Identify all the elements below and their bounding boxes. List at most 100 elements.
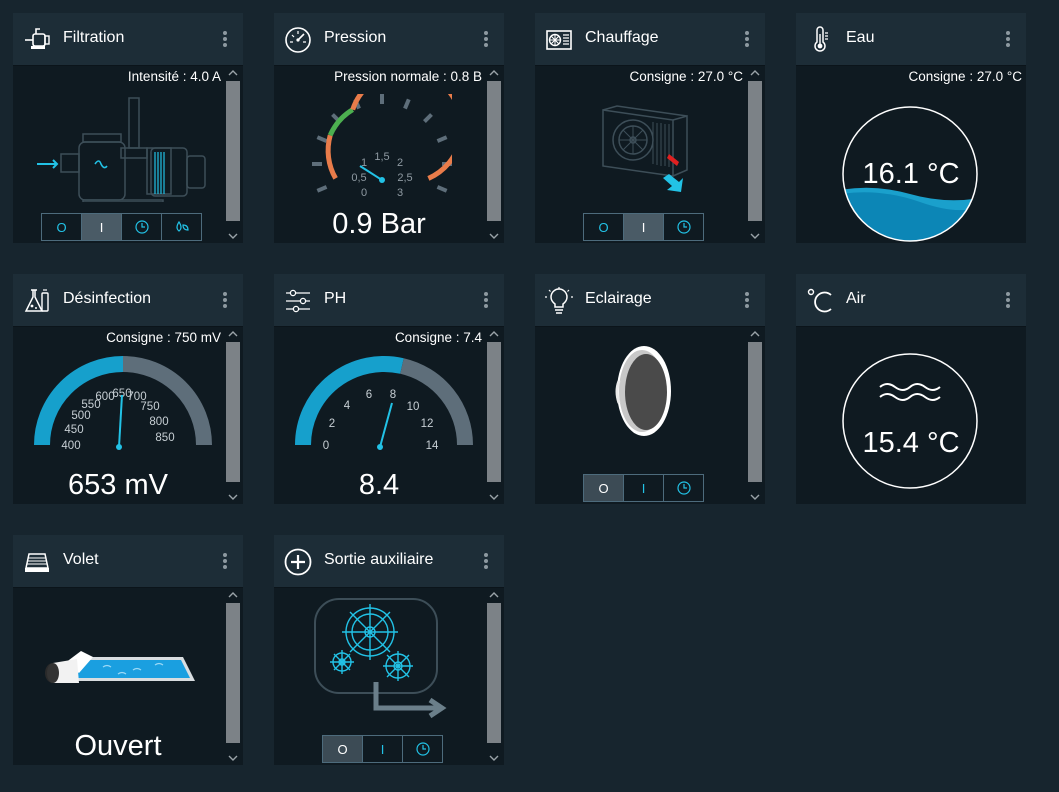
scrollbar[interactable] <box>747 66 763 243</box>
mode-off-button[interactable]: O <box>323 736 363 762</box>
tick-label: 4 <box>344 400 351 412</box>
flask-icon <box>24 289 49 312</box>
tick-label: 850 <box>155 432 174 444</box>
clock-icon <box>415 742 430 756</box>
scroll-up-icon[interactable] <box>489 329 499 339</box>
menu-kebab-icon[interactable] <box>1006 292 1010 308</box>
gauge-tick-mark <box>316 135 328 143</box>
scroll-up-icon[interactable] <box>228 329 238 339</box>
scroll-down-icon[interactable] <box>750 492 760 502</box>
tick-label: 6 <box>366 389 372 401</box>
menu-kebab-icon[interactable] <box>745 292 749 308</box>
gauge-tick-mark <box>436 135 448 143</box>
card-header: Eclairage <box>535 274 765 327</box>
scroll-down-icon[interactable] <box>489 492 499 502</box>
tick-label: 0 <box>323 440 329 452</box>
card-volet: Volet Ouvert <box>13 535 243 765</box>
scroll-up-icon[interactable] <box>228 68 238 78</box>
gears-illustration <box>314 598 447 719</box>
card-title: PH <box>324 290 347 307</box>
pressure-normal-info: Pression normale : 0.8 B <box>334 69 482 84</box>
mode-schedule-button[interactable] <box>664 214 703 240</box>
cover-status-value: Ouvert <box>74 730 162 762</box>
ph-value: 8.4 <box>358 469 400 501</box>
mode-on-button[interactable]: I <box>82 214 122 240</box>
menu-kebab-icon[interactable] <box>1006 31 1010 47</box>
menu-kebab-icon[interactable] <box>223 31 227 47</box>
pool-cover-icon <box>25 553 49 572</box>
tick-label: 3 <box>397 187 403 199</box>
mode-off-button[interactable]: O <box>42 214 82 240</box>
scroll-down-icon[interactable] <box>489 231 499 241</box>
mode-schedule-button[interactable] <box>664 475 703 501</box>
scrollbar[interactable] <box>225 588 241 765</box>
mode-schedule-button[interactable] <box>122 214 162 240</box>
pump-illustration <box>37 97 206 202</box>
menu-kebab-icon[interactable] <box>745 31 749 47</box>
menu-kebab-icon[interactable] <box>223 553 227 569</box>
setpoint-info: Consigne : 27.0 °C <box>629 69 743 84</box>
card-header: Air <box>796 274 1026 327</box>
card-header: Chauffage <box>535 13 765 66</box>
scroll-up-icon[interactable] <box>489 68 499 78</box>
scroll-down-icon[interactable] <box>489 753 499 763</box>
card-title: Eau <box>846 29 875 46</box>
scrollbar[interactable] <box>486 327 502 504</box>
tick-label: 400 <box>61 440 80 452</box>
card-title: Chauffage <box>585 29 659 46</box>
leaf-drop-icon <box>175 220 189 232</box>
menu-kebab-icon[interactable] <box>484 553 488 569</box>
card-title: Air <box>846 290 866 307</box>
scrollbar[interactable] <box>747 327 763 504</box>
card-air: Air 15.4 °C <box>796 274 1026 504</box>
mode-on-button[interactable]: I <box>363 736 403 762</box>
mode-off-button[interactable]: O <box>584 214 624 240</box>
scroll-up-icon[interactable] <box>750 329 760 339</box>
tick-label: 500 <box>71 410 90 422</box>
scroll-up-icon[interactable] <box>228 590 238 600</box>
card-header: Désinfection <box>13 274 243 327</box>
scrollbar[interactable] <box>225 327 241 504</box>
tick-label: 450 <box>64 424 83 436</box>
heat-pump-icon <box>546 30 572 50</box>
pool-light-illustration <box>615 346 671 436</box>
setpoint-info: Consigne : 750 mV <box>106 330 221 345</box>
air-temperature-value: 15.4 °C <box>862 427 960 459</box>
mode-off-button[interactable]: O <box>584 475 624 501</box>
celsius-icon <box>807 288 832 313</box>
tick-label: 750 <box>140 401 159 413</box>
redox-value: 653 mV <box>68 469 168 501</box>
gauge-tick-mark <box>436 185 448 193</box>
scroll-up-icon[interactable] <box>750 68 760 78</box>
card-title: Désinfection <box>63 290 152 307</box>
scrollbar[interactable] <box>486 588 502 765</box>
scroll-down-icon[interactable] <box>750 231 760 241</box>
scrollbar[interactable] <box>225 66 241 243</box>
air-temperature-dial <box>842 353 978 489</box>
tick-label: 2 <box>397 157 403 169</box>
menu-kebab-icon[interactable] <box>484 31 488 47</box>
mode-schedule-button[interactable] <box>403 736 442 762</box>
pool-cover-illustration <box>45 651 195 683</box>
mode-auto-button[interactable] <box>162 214 201 240</box>
menu-kebab-icon[interactable] <box>223 292 227 308</box>
tick-label: 8 <box>390 389 396 401</box>
clock-icon <box>676 220 691 234</box>
gauge-tick-mark <box>423 113 433 123</box>
tick-label: 0 <box>361 187 367 199</box>
tick-label: 800 <box>149 416 168 428</box>
scroll-down-icon[interactable] <box>228 753 238 763</box>
mode-on-button[interactable]: I <box>624 214 664 240</box>
tick-label: 10 <box>407 401 420 413</box>
scroll-up-icon[interactable] <box>489 590 499 600</box>
gauge-needle <box>379 402 393 448</box>
mode-on-button[interactable]: I <box>624 475 664 501</box>
scroll-down-icon[interactable] <box>228 492 238 502</box>
setpoint-info: Consigne : 7.4 <box>394 330 482 345</box>
gauge-tick-mark <box>403 98 411 110</box>
scrollbar[interactable] <box>486 66 502 243</box>
water-temperature-value: 16.1 °C <box>862 158 960 190</box>
scroll-down-icon[interactable] <box>228 231 238 241</box>
mode-buttons: O I <box>322 735 443 763</box>
menu-kebab-icon[interactable] <box>484 292 488 308</box>
